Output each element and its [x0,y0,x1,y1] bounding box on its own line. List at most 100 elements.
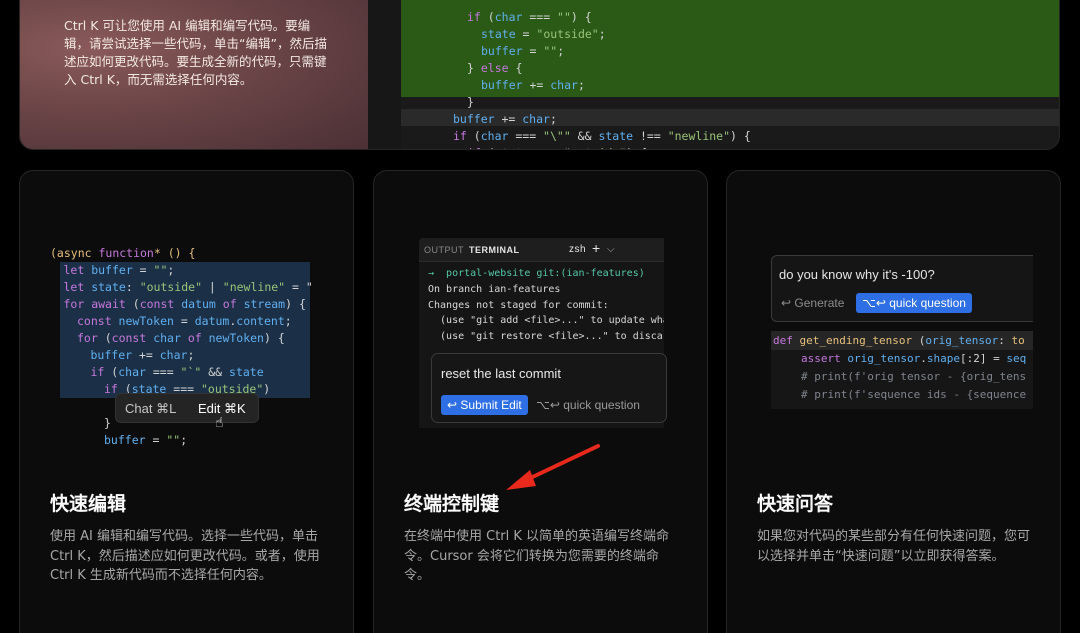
code-token: } [467,61,481,75]
quick-question-button[interactable]: ⌥↩ quick question [856,293,972,313]
code-token: "" [166,433,181,447]
terminal-line: → portal-website git:(ian-features) [428,268,645,279]
code-token: seq [1006,352,1027,365]
code-line: if (char === "") { [467,9,592,26]
code-token: "outside" [536,27,599,41]
code-token: === [145,365,181,379]
terminal-edit-box[interactable]: reset the last commit ↩ Submit Edit ⌥↩ q… [431,353,667,423]
edit-prompt-input[interactable]: reset the last commit [441,366,561,381]
code-token: # print(f'orig tensor - {orig_tens [801,370,1027,383]
code-token: char [153,331,181,345]
code-token: = [515,27,537,41]
code-line: } [467,94,474,111]
code-line: assert orig_tensor.shape[:2] = seq [801,350,1026,367]
code-token: ) { [626,146,647,149]
code-token: ( [912,334,926,347]
code-token: ) [263,382,271,396]
card-title: 快速编辑 [50,493,127,515]
code-token: "outside" [139,280,202,294]
python-code: def get_ending_tensor (orig_tensor: to as… [771,331,1033,409]
submit-edit-button[interactable]: ↩ Submit Edit [441,395,528,415]
code-token: += [522,78,551,92]
code-line: let buffer = ""; [64,262,175,279]
add-terminal-icon[interactable]: + [592,240,601,256]
chat-shortcut-button[interactable]: Chat ⌘L [125,401,176,417]
code-token: def [773,334,800,347]
code-token: ; [284,314,292,328]
code-token: = [522,44,544,58]
code-token: ; [187,348,195,362]
code-line: const newToken = datum.content; [77,313,292,330]
code-token: } [467,95,474,109]
code-token: = [173,314,195,328]
card-description: 使用 AI 编辑和编写代码。选择一些代码，单击 Ctrl K，然后描述应如何更改… [50,529,320,583]
question-input[interactable]: do you know why it's -100? [779,267,935,282]
code-line: (async function* () { [50,245,195,262]
code-token: state [91,280,126,294]
code-token: if [90,365,112,379]
code-token: * () { [153,246,196,260]
code-token: === [529,146,564,149]
code-token: : [125,280,140,294]
tab-terminal[interactable]: TERMINAL [469,245,520,255]
code-line: buffer += char; [91,347,195,364]
code-token: else [480,61,509,75]
top-feature-panel: Ctrl K 可让您使用 AI 编辑和编写代码。要编辑，请尝试选择一些代码，单击… [19,0,1060,150]
card-terminal-ctrl: OUTPUT TERMINAL zsh + ⌵ → portal-website… [373,170,708,633]
card-quick-question: do you know why it's -100? ↩ Generate ⌥↩… [726,170,1061,633]
code-token: "newline" [222,280,286,294]
code-token: ) { [570,10,592,24]
code-token: if [467,146,488,149]
top-code-editor: if (char === "") {state = "outside"; buff… [401,0,1059,149]
red-arrow-icon [506,444,600,490]
code-token: (async [50,246,99,260]
card-title: 快速问答 [757,493,834,515]
code-line: state = "outside"; [481,26,606,43]
code-line: if (state === "outside") { [467,145,647,149]
code-token: char [159,348,188,362]
code-token: : [998,334,1012,347]
code-token: newToken [208,331,264,345]
shell-name: zsh [569,244,587,255]
code-token: newToken [118,314,174,328]
code-token: orig_tensor [925,334,999,347]
code-line: } else { [467,60,522,77]
card-description: 如果您对代码的某些部分有任何快速问题，您可以选择并单击“快速问题”以立即获得答案… [757,529,1031,564]
code-token: assert [801,352,848,365]
terminal-line: Changes not staged for commit: [428,299,609,311]
code-token: if [453,129,474,143]
chevron-down-icon[interactable]: ⌵ [607,244,615,255]
code-token: ( [488,146,495,149]
code-token: !== [633,129,668,143]
code-line: buffer = ""; [481,43,564,60]
code-token: buffer [104,433,146,447]
code-token: = [132,263,154,277]
code-token: state [598,129,634,143]
question-box[interactable]: do you know why it's -100? ↩ Generate ⌥↩… [771,255,1033,322]
code-token: buffer [91,263,133,277]
terminal-line: (use "git add <file>..." to update what [428,315,664,327]
code-token: ; [167,263,175,277]
code-token: ) { [285,297,306,311]
code-token: ( [132,297,140,311]
code-token: "newline" [667,129,731,143]
code-token: const [111,331,154,345]
code-token: shape [926,352,960,365]
code-token: === [508,129,544,143]
code-token: const [77,314,119,328]
quick-question-hint[interactable]: ⌥↩ quick question [536,398,640,412]
code-token: += [132,348,160,362]
code-token: ( [487,10,495,24]
code-token: ; [549,112,557,126]
code-line: buffer += char; [481,77,585,94]
code-token: ; [598,27,606,41]
generate-button[interactable]: ↩ Generate [781,296,844,310]
code-token: if [467,10,488,24]
code-token: char [118,365,146,379]
code-token: for await [63,297,133,311]
code-token: char [480,129,509,143]
code-token: char [522,112,550,126]
tab-output[interactable]: OUTPUT [424,245,464,255]
code-token: buffer [453,112,495,126]
code-token: content [236,314,285,328]
